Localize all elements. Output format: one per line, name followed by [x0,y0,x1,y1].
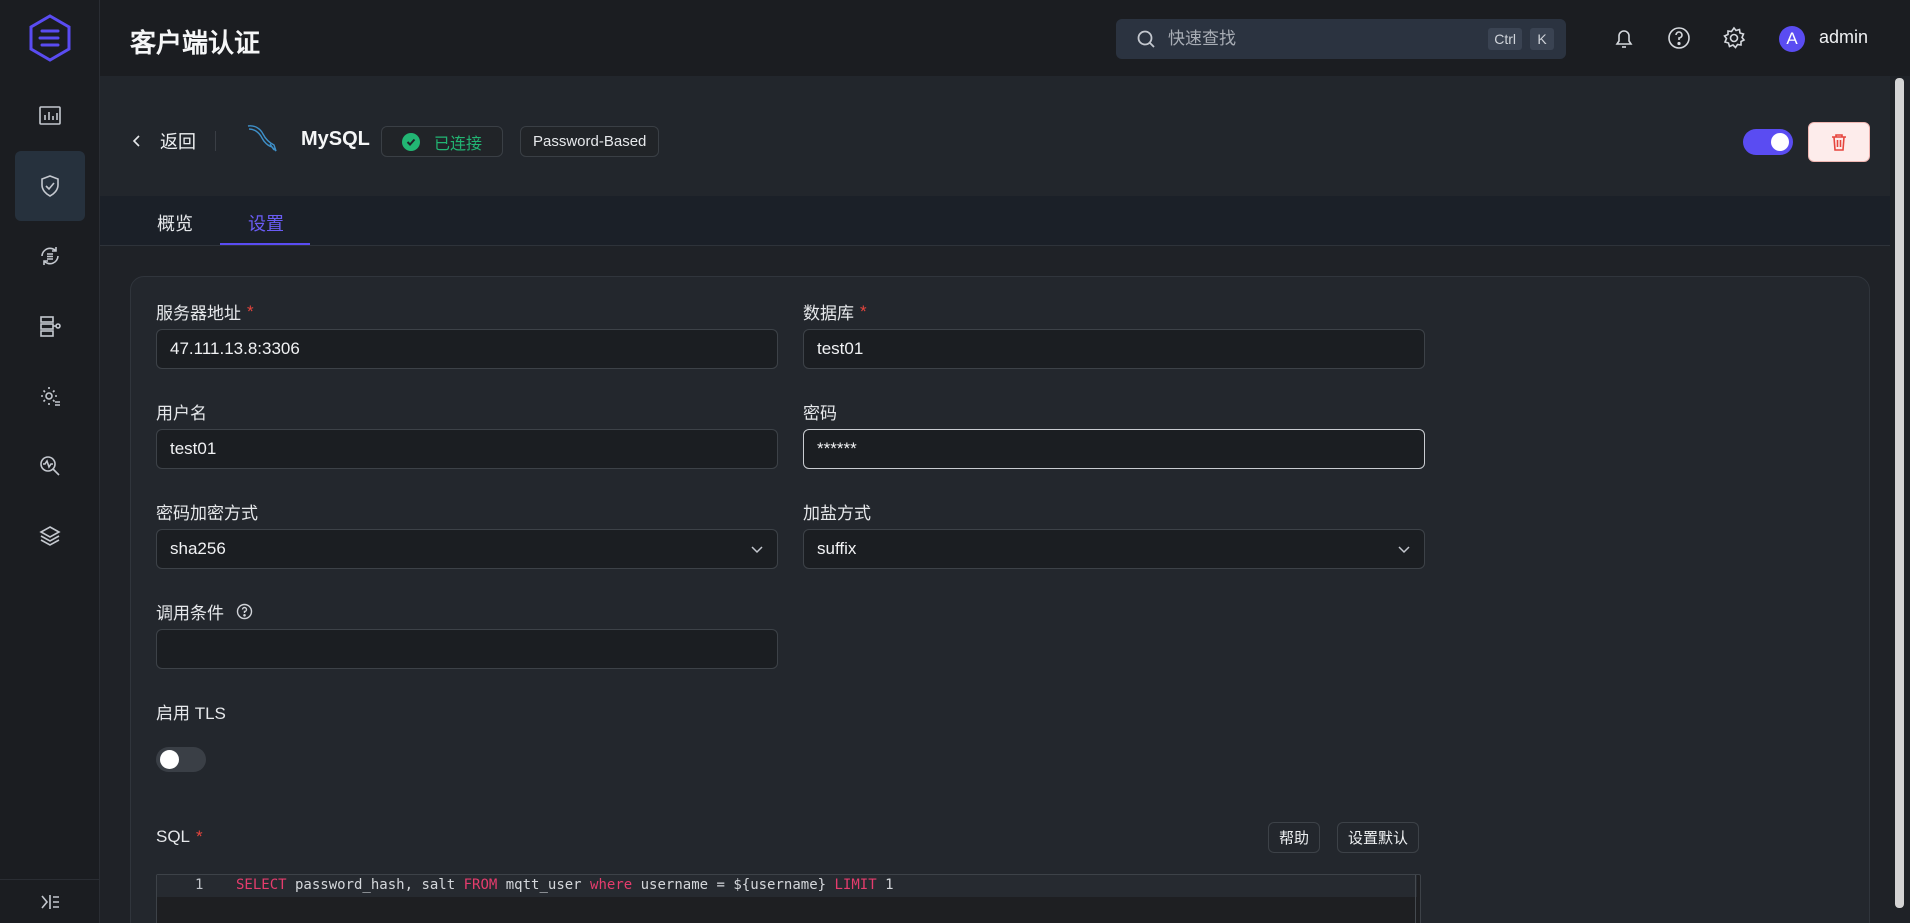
tab-bar: 概览 设置 [100,196,1890,246]
server-input[interactable]: 47.111.13.8:3306 [156,329,778,369]
mysql-dolphin-icon [247,125,277,152]
status-text: 已连接 [434,135,483,153]
avatar[interactable]: A [1779,26,1805,52]
database-input[interactable]: test01 [803,329,1425,369]
layers-icon [39,526,61,546]
settings-gear-icon[interactable] [1721,25,1747,51]
username-label[interactable]: admin [1819,27,1868,48]
shortcut-key-k: K [1530,28,1554,50]
enable-toggle[interactable] [1743,129,1793,155]
sidebar [0,0,100,923]
server-label: 服务器地址 * [156,301,254,324]
back-button[interactable]: 返回 [130,128,196,154]
hash-select[interactable]: sha256 [156,529,778,569]
cluster-icon [40,316,61,337]
mechanism-badge: Password-Based [520,126,660,157]
sql-editor[interactable]: 1 SELECT password_hash, salt FROM mqtt_u… [156,874,1421,923]
chevron-down-icon [1398,546,1410,554]
delete-button[interactable] [1808,122,1870,162]
check-circle-icon [402,132,420,151]
tls-toggle[interactable] [156,747,206,772]
db-name: MySQL [301,128,370,150]
collapse-menu-icon [41,894,59,909]
search-icon [1137,30,1155,48]
nav-data-integration[interactable] [15,221,85,291]
salt-label: 加盐方式 [803,504,871,523]
chevron-down-icon [751,546,763,554]
sidebar-collapse-button[interactable] [0,879,100,923]
database-label: 数据库 * [803,301,867,324]
line-number: 1 [195,877,204,893]
nav-dashboard[interactable] [15,81,85,151]
sql-default-button[interactable]: 设置默认 [1337,822,1420,853]
condition-input[interactable] [156,629,778,669]
search-bar[interactable]: Ctrl K [1116,19,1566,59]
sql-code[interactable]: SELECT password_hash, salt FROM mqtt_use… [236,877,894,893]
nav-extensions[interactable] [15,501,85,571]
hash-label: 密码加密方式 [156,504,258,523]
page-title: 客户端认证 [130,28,261,58]
bell-icon[interactable] [1611,25,1637,51]
divider [215,131,216,151]
gear-config-icon [41,387,60,406]
trash-icon [1832,134,1846,151]
help-icon[interactable] [1666,25,1692,51]
hash-value: sha256 [170,539,226,558]
active-tab-indicator [220,243,310,245]
integration-icon [41,247,59,265]
page-scrollbar[interactable] [1895,78,1904,908]
diagnose-icon [40,456,60,476]
password-label: 密码 [803,404,837,423]
nav-management[interactable] [15,291,85,361]
tls-label: 启用 TLS [156,704,226,723]
header: 客户端认证 Ctrl K A admin [100,0,1910,76]
nav-settings[interactable] [15,361,85,431]
settings-form: 服务器地址 * 47.111.13.8:3306 数据库 * test01 用户名 … [130,276,1870,923]
back-label: 返回 [160,132,196,152]
status-badge: 已连接 [381,126,504,157]
search-input[interactable] [1168,29,1481,49]
editor-ruler [1415,875,1416,923]
tab-settings[interactable]: 设置 [248,210,284,236]
sql-help-button[interactable]: 帮助 [1268,822,1321,853]
tab-overview[interactable]: 概览 [157,210,193,236]
chevron-left-icon [132,135,140,147]
detail-topbar: 返回 MySQL 已连接 Password-Based [100,76,1890,196]
question-circle-icon[interactable] [236,603,253,620]
main-content: 返回 MySQL 已连接 Password-Based 概览 设置 服务器地址 … [100,76,1910,923]
shortcut-key-ctrl: Ctrl [1488,28,1522,50]
password-input[interactable]: ****** [803,429,1425,469]
sql-label: SQL * [156,827,203,846]
username-field-label: 用户名 [156,404,207,423]
salt-value: suffix [817,539,857,558]
dashboard-icon [39,106,61,125]
condition-label: 调用条件 [156,599,253,624]
salt-select[interactable]: suffix [803,529,1425,569]
nav-access-control[interactable] [15,151,85,221]
username-input[interactable]: test01 [156,429,778,469]
nav-diagnose[interactable] [15,431,85,501]
emqx-logo-icon[interactable] [28,14,72,62]
shield-check-icon [41,175,59,197]
